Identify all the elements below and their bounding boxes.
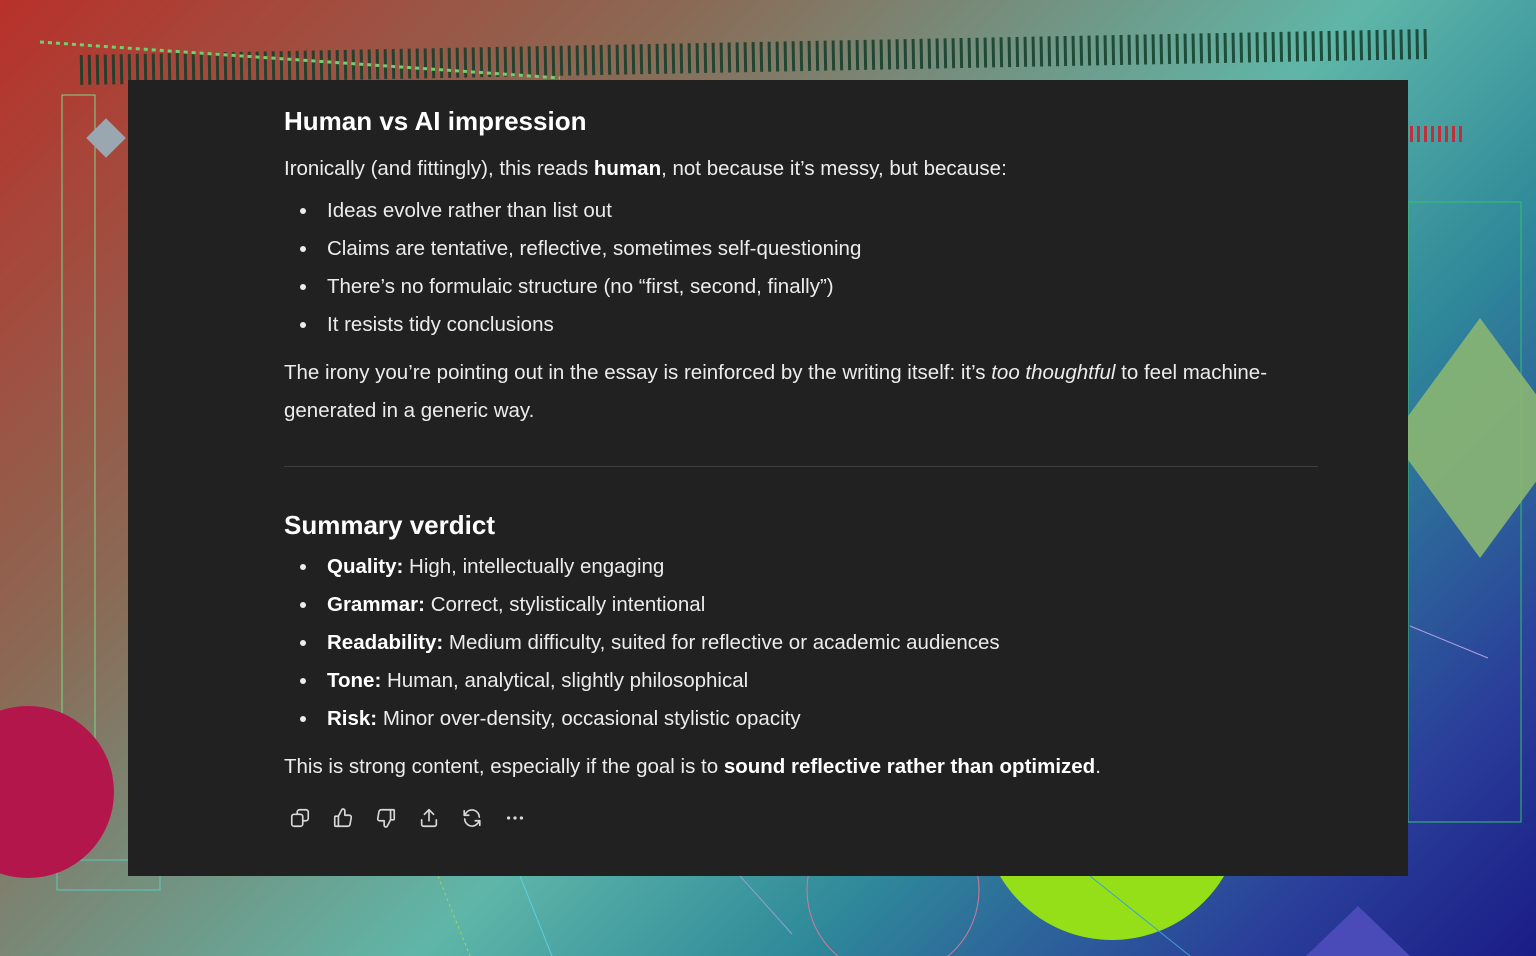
closing-paragraph: The irony you’re pointing out in the ess…: [284, 354, 1318, 430]
verdict-label: Risk:: [327, 707, 378, 730]
verdict-text: Human, analytical, slightly philosophica…: [381, 669, 749, 692]
chat-message-panel: Human vs AI impression Ironically (and f…: [128, 80, 1408, 876]
intro-bold-text: human: [593, 157, 662, 180]
verdict-text: Medium difficulty, suited for reflective…: [443, 631, 1000, 654]
regenerate-icon: [463, 809, 481, 827]
list-item: Ideas evolve rather than list out: [284, 192, 1318, 230]
thumbs-up-icon: [333, 808, 353, 828]
section-heading-human-vs-ai: Human vs AI impression: [284, 106, 587, 136]
impression-list: Ideas evolve rather than list out Claims…: [284, 192, 1318, 344]
list-item: Tone: Human, analytical, slightly philos…: [284, 662, 1318, 700]
verdict-text: Correct, stylistically intentional: [425, 593, 706, 616]
list-item: It resists tidy conclusions: [284, 306, 1318, 344]
intro-text: Ironically (and fittingly), this reads: [284, 157, 594, 180]
share-icon: [420, 808, 438, 828]
section-divider: [284, 466, 1318, 467]
section-heading-summary-verdict: Summary verdict: [284, 510, 495, 540]
verdict-label: Readability:: [327, 631, 444, 654]
list-item: Readability: Medium difficulty, suited f…: [284, 624, 1318, 662]
final-paragraph: This is strong content, especially if th…: [284, 748, 1318, 786]
list-item: Grammar: Correct, stylistically intentio…: [284, 586, 1318, 624]
copy-icon: [290, 808, 310, 828]
assistant-message: Human vs AI impression Ironically (and f…: [284, 80, 1318, 834]
final-bold-text: sound reflective rather than optimized: [723, 755, 1096, 778]
verdict-label: Tone:: [327, 669, 382, 692]
list-item: Quality: High, intellectually engaging: [284, 548, 1318, 586]
final-text: This is strong content, especially if th…: [284, 755, 724, 778]
intro-text-end: , not because it’s messy, but because:: [661, 157, 1007, 180]
share-button[interactable]: [413, 802, 445, 834]
closing-italic-text: too thoughtful: [991, 361, 1116, 384]
closing-text: The irony you’re pointing out in the ess…: [284, 361, 992, 384]
regenerate-button[interactable]: [456, 802, 488, 834]
list-item: There’s no formulaic structure (no “firs…: [284, 268, 1318, 306]
message-action-toolbar: [284, 802, 1318, 834]
verdict-label: Quality:: [327, 555, 404, 578]
thumbs-down-icon: [376, 808, 396, 828]
verdict-text: High, intellectually engaging: [403, 555, 665, 578]
intro-paragraph: Ironically (and fittingly), this reads h…: [284, 150, 1318, 188]
thumbs-up-button[interactable]: [327, 802, 359, 834]
thumbs-down-button[interactable]: [370, 802, 402, 834]
list-item: Claims are tentative, reflective, someti…: [284, 230, 1318, 268]
final-text-end: .: [1095, 755, 1101, 778]
verdict-label: Grammar:: [327, 593, 425, 616]
copy-button[interactable]: [284, 802, 316, 834]
verdict-text: Minor over-density, occasional stylistic…: [377, 707, 801, 730]
more-options-button[interactable]: [499, 802, 531, 834]
more-icon: [506, 816, 524, 820]
list-item: Risk: Minor over-density, occasional sty…: [284, 700, 1318, 738]
verdict-list: Quality: High, intellectually engaging G…: [284, 548, 1318, 738]
